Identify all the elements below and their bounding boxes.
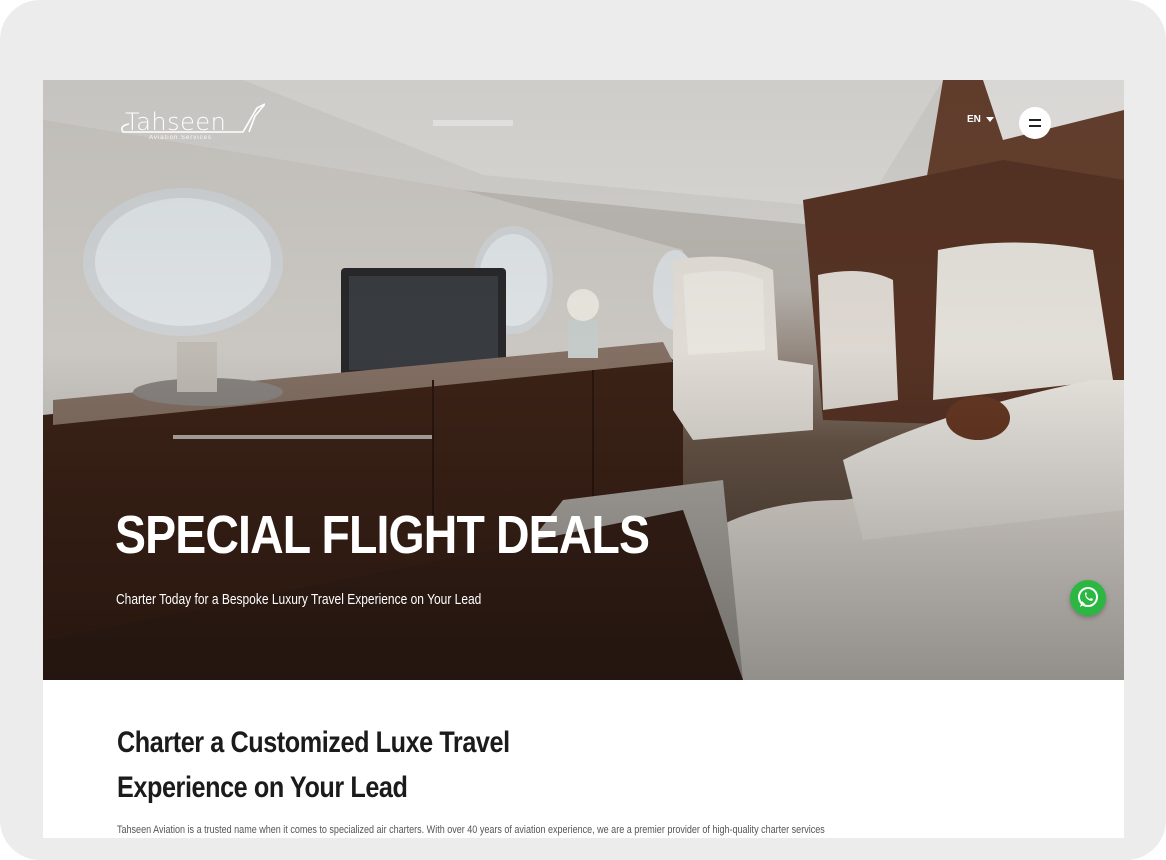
whatsapp-button[interactable]	[1070, 580, 1106, 616]
intro-paragraph: Tahseen Aviation is a trusted name when …	[117, 824, 825, 836]
whatsapp-icon	[1078, 587, 1098, 607]
menu-icon-bar	[1029, 125, 1041, 127]
hero-title: SPECIAL FLIGHT DEALS	[115, 505, 650, 565]
menu-icon	[1029, 119, 1041, 121]
menu-button[interactable]	[1019, 107, 1051, 139]
hero-subtitle: Charter Today for a Bespoke Luxury Trave…	[116, 591, 482, 608]
intro-heading: Charter a Customized Luxe Travel Experie…	[117, 720, 587, 810]
chevron-down-icon	[985, 117, 994, 122]
browser-viewport: Tahseen Aviation Services EN SPECIAL FLI…	[43, 80, 1124, 838]
language-label: EN	[967, 114, 981, 125]
intro-heading-line2: Experience on Your Lead	[117, 771, 408, 804]
site-logo[interactable]: Tahseen Aviation Services	[115, 102, 265, 144]
hero-banner: Tahseen Aviation Services EN SPECIAL FLI…	[43, 80, 1124, 680]
logo-wordmark: Tahseen	[125, 108, 227, 136]
hero-overlay	[43, 80, 1124, 680]
logo-tagline: Aviation Services	[149, 135, 212, 141]
intro-heading-line1: Charter a Customized Luxe Travel	[117, 726, 510, 759]
device-frame: Tahseen Aviation Services EN SPECIAL FLI…	[0, 0, 1166, 860]
language-selector[interactable]: EN	[967, 114, 994, 125]
